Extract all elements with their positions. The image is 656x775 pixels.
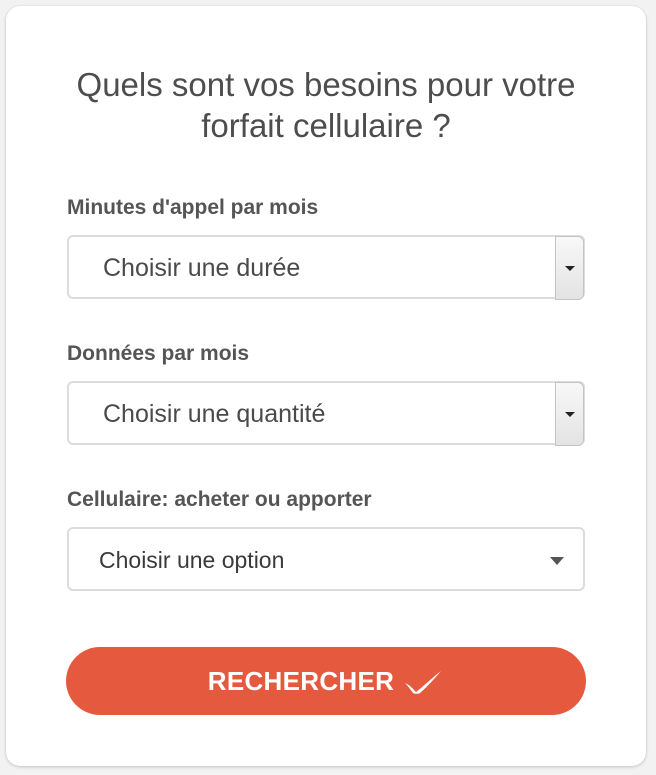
form-title-line1: Quels sont vos besoins pour votre (76, 66, 576, 103)
chevron-down-icon (550, 557, 564, 565)
checkmark-swoosh-icon (405, 671, 442, 694)
plan-search-card: Quels sont vos besoins pour votre forfai… (6, 6, 646, 766)
minutes-selected-value: Choisir une durée (103, 254, 301, 282)
minutes-label: Minutes d'appel par mois (67, 196, 319, 219)
minutes-dropdown-button[interactable] (555, 236, 584, 300)
phone-option-selected-value: Choisir une option (99, 547, 285, 573)
triangle-down-icon (565, 412, 575, 417)
form-title-line2: forfait cellulaire ? (201, 107, 451, 144)
form-title: Quels sont vos besoins pour votre forfai… (26, 64, 626, 146)
search-button[interactable]: RECHERCHER (66, 647, 586, 715)
phone-option-label: Cellulaire: acheter ou apporter (67, 488, 372, 511)
minutes-select[interactable]: Choisir une durée (67, 235, 585, 300)
phone-option-select[interactable]: Choisir une option (67, 527, 585, 591)
data-dropdown-button[interactable] (555, 382, 584, 446)
data-selected-value: Choisir une quantité (103, 400, 326, 428)
data-label: Données par mois (67, 342, 250, 365)
search-button-label: RECHERCHER (207, 665, 395, 696)
triangle-down-icon (565, 266, 575, 271)
data-select[interactable]: Choisir une quantité (67, 381, 585, 446)
